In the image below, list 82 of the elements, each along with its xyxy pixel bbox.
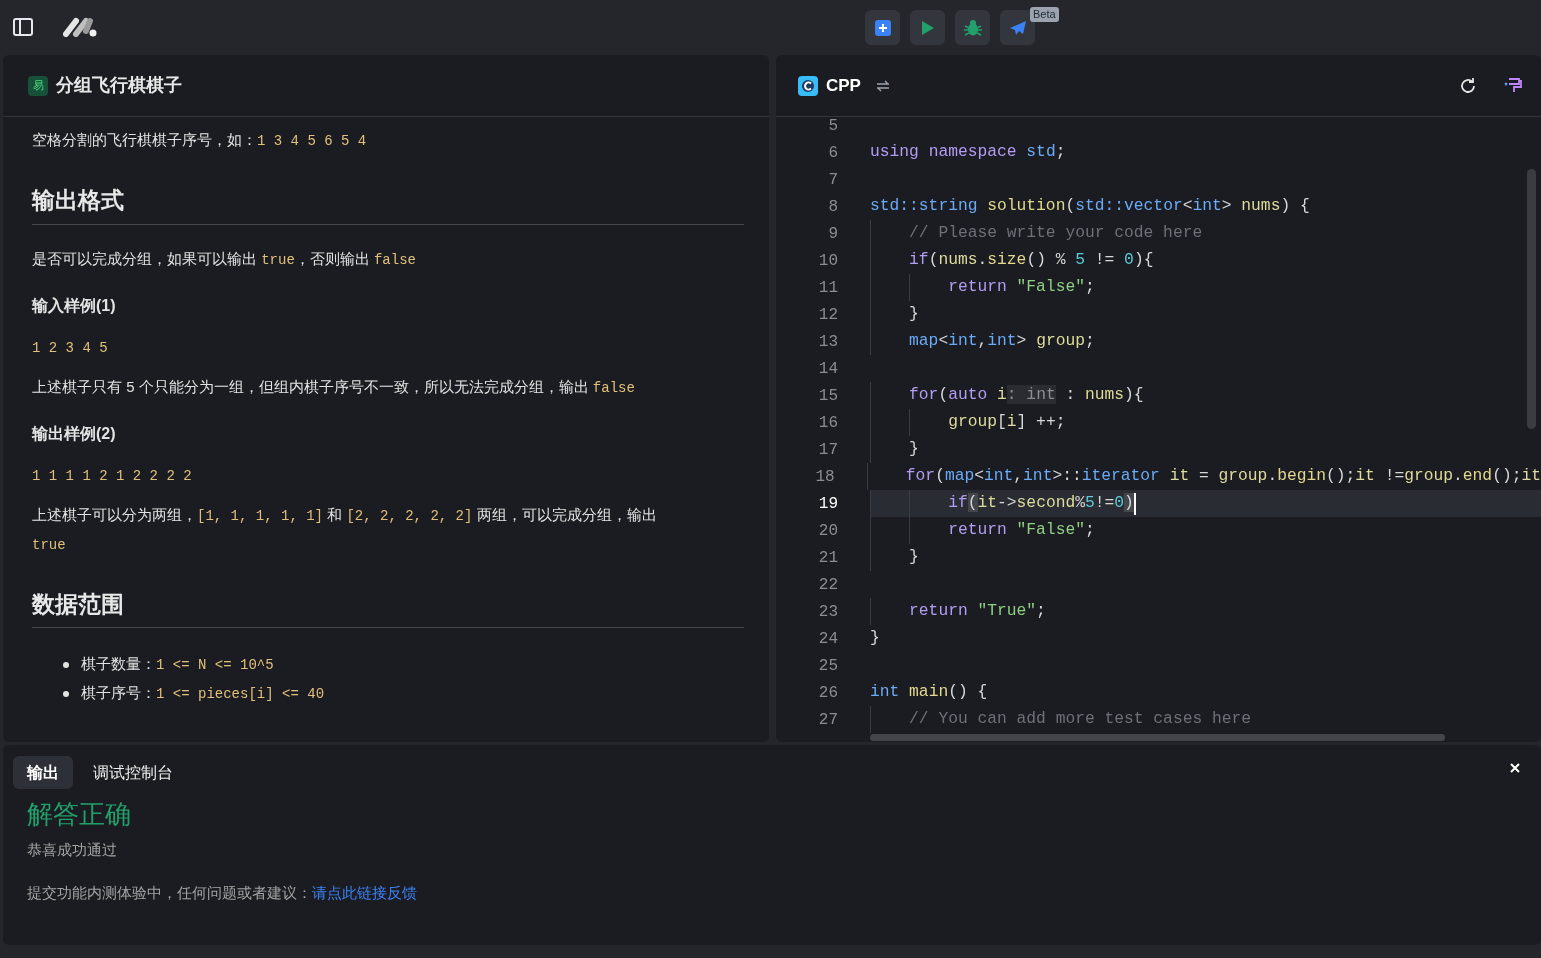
swap-icon[interactable] <box>875 79 890 92</box>
bullet-icon <box>63 661 69 668</box>
refresh-icon[interactable] <box>1459 77 1477 95</box>
output-tab[interactable]: 调试控制台 <box>79 756 187 789</box>
logo-icon <box>63 17 98 37</box>
line-number: 9 <box>827 223 838 245</box>
play-icon <box>920 19 935 36</box>
code-line: } <box>908 438 919 461</box>
code-line: } <box>908 546 919 569</box>
line-number: 14 <box>817 358 838 380</box>
code-line: return "False"; <box>947 519 1095 542</box>
paper-plane-icon <box>1008 19 1027 36</box>
code-line: using namespace std; <box>870 141 1066 164</box>
beta-badge: Beta <box>1030 7 1059 22</box>
line-number: 18 <box>814 466 835 488</box>
section-heading: 输出格式 <box>32 183 744 225</box>
line-number: 12 <box>817 304 838 326</box>
output-tab[interactable]: 输出 <box>13 756 73 789</box>
line-number: 21 <box>817 547 838 569</box>
feedback-text: 提交功能内测体验中，任何问题或者建议： <box>27 883 312 901</box>
line-number: 5 <box>827 115 838 137</box>
line-number: 8 <box>827 196 838 218</box>
line-number: 10 <box>817 250 838 272</box>
line-number: 22 <box>817 574 838 596</box>
line-number: 13 <box>817 331 838 353</box>
line-number: 27 <box>817 709 838 731</box>
line-number: 23 <box>817 601 838 623</box>
line-number: 11 <box>817 277 838 299</box>
sample-code: 1 2 3 4 5 <box>32 338 109 358</box>
add-button[interactable] <box>865 10 900 45</box>
plus-icon <box>874 19 891 36</box>
difficulty-badge: 易 <box>28 75 48 96</box>
list-item-text: 棋子序号：1 <= pieces[i] <= 40 <box>81 683 325 704</box>
vertical-scrollbar[interactable] <box>1527 169 1536 429</box>
line-number: 26 <box>817 682 838 704</box>
code-line: // You can add more test cases here <box>908 708 1252 731</box>
bug-icon <box>962 17 983 38</box>
debug-button[interactable] <box>955 10 990 45</box>
code-line: map<int,int> group; <box>908 330 1095 353</box>
line-number: 25 <box>817 655 838 677</box>
code-line: return "True"; <box>908 600 1046 623</box>
code-line: return "False"; <box>947 276 1095 299</box>
line-number: 24 <box>817 628 838 650</box>
code-line: group[i] ++; <box>947 411 1066 434</box>
paragraph: 空格分割的飞行棋棋子序号，如：1 3 4 5 6 5 4 <box>32 130 368 151</box>
submit-button[interactable] <box>1000 10 1035 45</box>
cpp-language-icon <box>798 75 818 96</box>
sample-code: 1 1 1 1 2 1 2 2 2 2 <box>32 466 193 486</box>
language-selector[interactable]: CPP <box>826 72 861 99</box>
close-icon[interactable] <box>1509 762 1521 774</box>
sample-heading: 输出样例(2) <box>32 423 117 444</box>
run-button[interactable] <box>910 10 945 45</box>
result-message: 恭喜成功通过 <box>27 840 118 860</box>
sidebar-toggle-icon[interactable] <box>13 18 33 36</box>
code-line: // Please write your code here <box>908 222 1203 245</box>
problem-title: 分组飞行棋棋子 <box>56 74 182 97</box>
code-line: if(it->second%5!=0) <box>947 492 1134 515</box>
line-number: 7 <box>827 169 838 191</box>
code-line: for(auto i: int : nums){ <box>908 384 1144 407</box>
feedback-link[interactable]: 请点此链接反馈 <box>312 883 417 901</box>
line-number: 16 <box>817 412 838 434</box>
list-item-text: 棋子数量：1 <= N <= 10^5 <box>81 654 274 675</box>
code-line: } <box>870 627 880 650</box>
code-line: int main() { <box>870 681 988 704</box>
code-line: std::string solution(std::vector<int> nums) { <box>870 195 1310 218</box>
paragraph: 是否可以完成分组，如果可以输出 true，否则输出 false <box>32 248 417 270</box>
line-number: 20 <box>817 520 838 542</box>
code-line: if(nums.size() % 5 != 0){ <box>908 249 1154 272</box>
line-number: 19 <box>817 493 838 515</box>
line-number: 6 <box>827 142 838 164</box>
line-number: 17 <box>817 439 838 461</box>
paragraph: 上述棋子可以分为两组，[1, 1, 1, 1, 1] 和 [2, 2, 2, 2, 2] 两组，可以完成分组，输出 true <box>32 504 658 555</box>
paragraph: 上述棋子只有 5 个只能分为一组，但组内棋子序号不一致，所以无法完成分组，输出 false <box>32 376 636 398</box>
line-number: 15 <box>817 385 838 407</box>
code-line: } <box>908 303 919 326</box>
code-line: for(map<int,int>::iterator it = group.begin();it !=group.end();it <box>904 465 1541 488</box>
sample-heading: 输入样例(1) <box>32 295 117 316</box>
section-heading: 数据范围 <box>32 586 744 628</box>
text-cursor <box>1133 492 1136 515</box>
horizontal-scrollbar[interactable] <box>870 734 1445 741</box>
bullet-icon <box>63 690 69 697</box>
result-title: 解答正确 <box>27 798 132 831</box>
